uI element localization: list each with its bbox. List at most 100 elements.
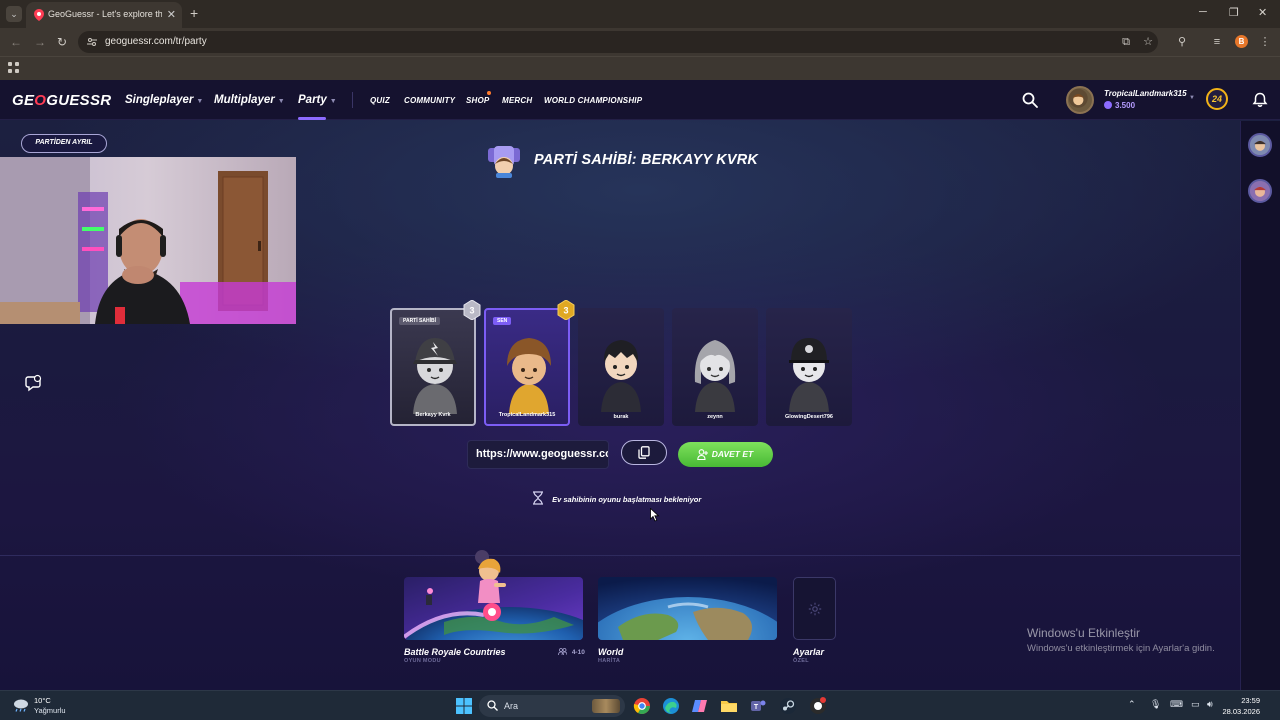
copilot-icon[interactable] [691, 697, 709, 715]
file-explorer-icon[interactable] [720, 697, 738, 715]
world-map-card[interactable] [598, 577, 777, 640]
microphone-icon[interactable]: 🎙︎ [1150, 699, 1161, 710]
url-text: geoguessr.com/tr/party [105, 36, 207, 47]
player-card-self[interactable]: SEN TropicalLandmark315 [484, 308, 570, 426]
keyboard-icon[interactable]: ⌨ [1170, 699, 1183, 710]
forward-icon[interactable]: → [34, 35, 46, 49]
reload-icon[interactable]: ↻ [57, 35, 67, 49]
user-menu-chevron-icon[interactable]: ▼ [1189, 95, 1195, 101]
install-app-icon[interactable]: ⧉ [1119, 35, 1133, 49]
friend-avatar[interactable] [1248, 179, 1272, 203]
display-icon[interactable]: ▭ [1191, 699, 1200, 710]
windows-activation-watermark: Windows'u Etkinleştir Windows'u etkinleş… [1027, 626, 1215, 654]
browser-tab[interactable]: GeoGuessr - Let's explore the w ✕ [26, 2, 182, 28]
browser-address-bar: ← → ↻ geoguessr.com/tr/party ⧉ ☆ ⚲ ≡ ⋮ [0, 28, 1280, 56]
player-name: GlowingDesert796 [785, 414, 833, 420]
restore-icon[interactable]: ❐ [1229, 6, 1239, 19]
player-avatar [694, 340, 736, 412]
players-icon [558, 648, 568, 656]
back-icon[interactable]: ← [10, 35, 22, 49]
search-icon [487, 700, 498, 711]
settings-card[interactable] [793, 577, 836, 640]
mode-type: OYUN MODU [404, 658, 441, 664]
apps-grid-icon[interactable] [8, 62, 20, 74]
minimize-icon[interactable]: ─ [1199, 6, 1207, 18]
battle-royale-character [475, 550, 506, 603]
notification-bell-icon[interactable] [1252, 92, 1268, 108]
browser-menu-icon[interactable]: ⋮ [1258, 35, 1272, 49]
chrome-icon[interactable] [633, 697, 651, 715]
webcam-overlay [0, 157, 296, 324]
player-avatar [507, 338, 551, 414]
invite-button[interactable]: DAVET ET [678, 442, 773, 467]
steam-icon[interactable] [779, 697, 797, 715]
new-tab-icon[interactable]: + [190, 5, 198, 21]
search-icon[interactable] [1022, 92, 1038, 108]
player-avatar [789, 338, 829, 412]
chevron-down-icon: ▼ [277, 98, 285, 105]
url-field[interactable]: geoguessr.com/tr/party [78, 31, 1158, 53]
weather-condition[interactable]: Yağmurlu [34, 706, 66, 715]
clock-date: 28.03.2026 [1222, 707, 1260, 716]
level-badge[interactable]: 24 [1206, 88, 1228, 110]
weather-temperature[interactable]: 10°C [34, 696, 51, 706]
nav-shop[interactable]: SHOP [466, 96, 489, 105]
tab-search-chevron-icon[interactable]: ⌄ [6, 6, 22, 22]
invite-button-label: DAVET ET [711, 449, 754, 459]
invite-link-field[interactable]: https://www.geoguessr.com/tr/party [467, 440, 609, 469]
reading-list-icon[interactable]: ≡ [1210, 35, 1224, 49]
copy-link-button[interactable] [621, 440, 667, 465]
chevron-down-icon: ▼ [196, 98, 204, 105]
nav-community[interactable]: COMMUNITY [404, 96, 455, 105]
taskbar-search[interactable]: Ara [479, 695, 625, 717]
profile-avatar[interactable]: B [1235, 35, 1248, 48]
nav-party[interactable]: Party ▼ [298, 94, 337, 106]
username[interactable]: TropicalLandmark315 [1104, 89, 1187, 98]
map-name: World [598, 647, 624, 657]
app-icon[interactable] [809, 697, 827, 715]
tab-title: GeoGuessr - Let's explore the w [48, 9, 162, 19]
tab-close-icon[interactable]: ✕ [167, 8, 176, 21]
player-name: zeynn [707, 414, 723, 420]
window-close-icon[interactable]: ✕ [1258, 6, 1267, 19]
nav-quiz[interactable]: QUIZ [370, 96, 390, 105]
rain-cloud-icon[interactable] [12, 698, 30, 712]
player-level-badge: 3 [463, 300, 481, 320]
player-card[interactable]: PARTİ SAHİBİ Berkayy Kvrk [390, 308, 476, 426]
player-avatar [601, 340, 641, 412]
player-count: 4-10 [558, 648, 585, 656]
chat-icon[interactable] [25, 374, 43, 392]
player-card[interactable]: zeynn [672, 308, 758, 426]
tray-overflow-icon[interactable]: ⌃ [1128, 699, 1136, 710]
volume-icon[interactable]: 🔊︎ [1207, 699, 1213, 710]
friends-rail [1240, 121, 1280, 690]
nav-multiplayer[interactable]: Multiplayer ▼ [214, 94, 285, 106]
nav-world-championship[interactable]: WORLD CHAMPIONSHIP [544, 96, 642, 105]
svg-text:T: T [754, 704, 759, 711]
add-user-icon [697, 449, 708, 460]
friend-avatar[interactable] [1248, 133, 1272, 157]
player-card[interactable]: burak [578, 308, 664, 426]
system-clock[interactable]: 23:59 28.03.2026 [1222, 695, 1260, 717]
site-header: GEOGUESSR Singleplayer ▼ Multiplayer ▼ Par… [0, 80, 1280, 120]
windows-start-icon[interactable] [455, 697, 473, 715]
teams-icon[interactable]: T [749, 697, 767, 715]
clock-time: 23:59 [1241, 696, 1260, 705]
taskbar-search-placeholder: Ara [504, 701, 519, 711]
party-host-icon [488, 146, 520, 178]
section-divider [0, 555, 1240, 556]
player-card[interactable]: GlowingDesert796 [766, 308, 852, 426]
extensions-icon[interactable]: ⚲ [1175, 35, 1189, 49]
nav-singleplayer[interactable]: Singleplayer ▼ [125, 94, 203, 106]
site-info-icon [87, 38, 97, 46]
waiting-text: Ev sahibinin oyunu başlatması bekleniyor [552, 495, 702, 504]
map-type: HARİTA [598, 658, 621, 664]
bookmark-star-icon[interactable]: ☆ [1141, 35, 1155, 49]
user-avatar[interactable] [1066, 86, 1094, 114]
bookmarks-bar [0, 56, 1280, 80]
geoguessr-logo[interactable]: GEOGUESSR [12, 92, 111, 109]
edge-icon[interactable] [662, 697, 680, 715]
player-level-badge: 3 [557, 300, 575, 320]
leave-party-button[interactable]: PARTİDEN AYRIL [21, 134, 107, 153]
nav-merch[interactable]: MERCH [502, 96, 532, 105]
